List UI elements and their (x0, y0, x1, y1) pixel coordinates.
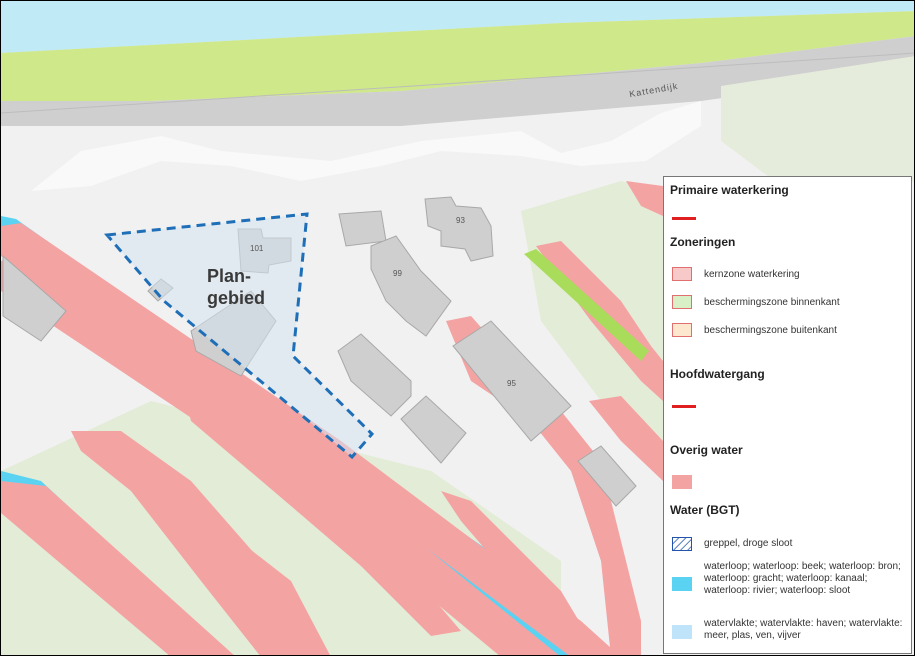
legend-swatch-overig-water (672, 475, 692, 489)
building-number: 99 (393, 269, 402, 278)
legend-label-waterloop: waterloop; waterloop: beek; waterloop: b… (704, 561, 901, 596)
plangebied-label-line1: Plan- (207, 266, 252, 286)
legend-title-primaire-waterkering: Primaire waterkering (670, 183, 789, 197)
plangebied-label: Plan- gebied (207, 265, 265, 309)
plangebied-label-line2: gebied (207, 288, 266, 308)
map-legend: Primaire waterkering Zoneringen kernzone… (663, 176, 912, 654)
legend-swatch-buitenkant (672, 323, 692, 337)
legend-label-kernzone: kernzone waterkering (704, 269, 800, 280)
building-number: 101 (250, 244, 264, 253)
legend-title-overig-water: Overig water (670, 443, 743, 457)
building-number: 95 (507, 379, 516, 388)
legend-title-water-bgt: Water (BGT) (670, 503, 740, 517)
legend-swatch-greppel (672, 537, 692, 551)
legend-label-binnenkant: beschermingszone binnenkant (704, 297, 840, 308)
legend-title-zoneringen: Zoneringen (670, 235, 736, 249)
legend-swatch-hoofdwatergang (672, 405, 696, 408)
building-number: 93 (456, 216, 465, 225)
map-canvas[interactable]: Kattendijk 101 99 93 95 Plan- gebied Pri… (0, 0, 915, 656)
legend-label-greppel: greppel, droge sloot (704, 538, 793, 549)
legend-label-watervlakte: watervlakte; watervlakte: haven; watervl… (704, 618, 903, 641)
legend-swatch-watervlakte (672, 625, 692, 639)
legend-title-hoofdwatergang: Hoofdwatergang (670, 367, 765, 381)
legend-swatch-waterloop (672, 577, 692, 591)
legend-swatch-binnenkant (672, 295, 692, 309)
legend-label-buitenkant: beschermingszone buitenkant (704, 325, 837, 336)
legend-swatch-kernzone (672, 267, 692, 281)
legend-swatch-primaire-waterkering (672, 217, 696, 220)
